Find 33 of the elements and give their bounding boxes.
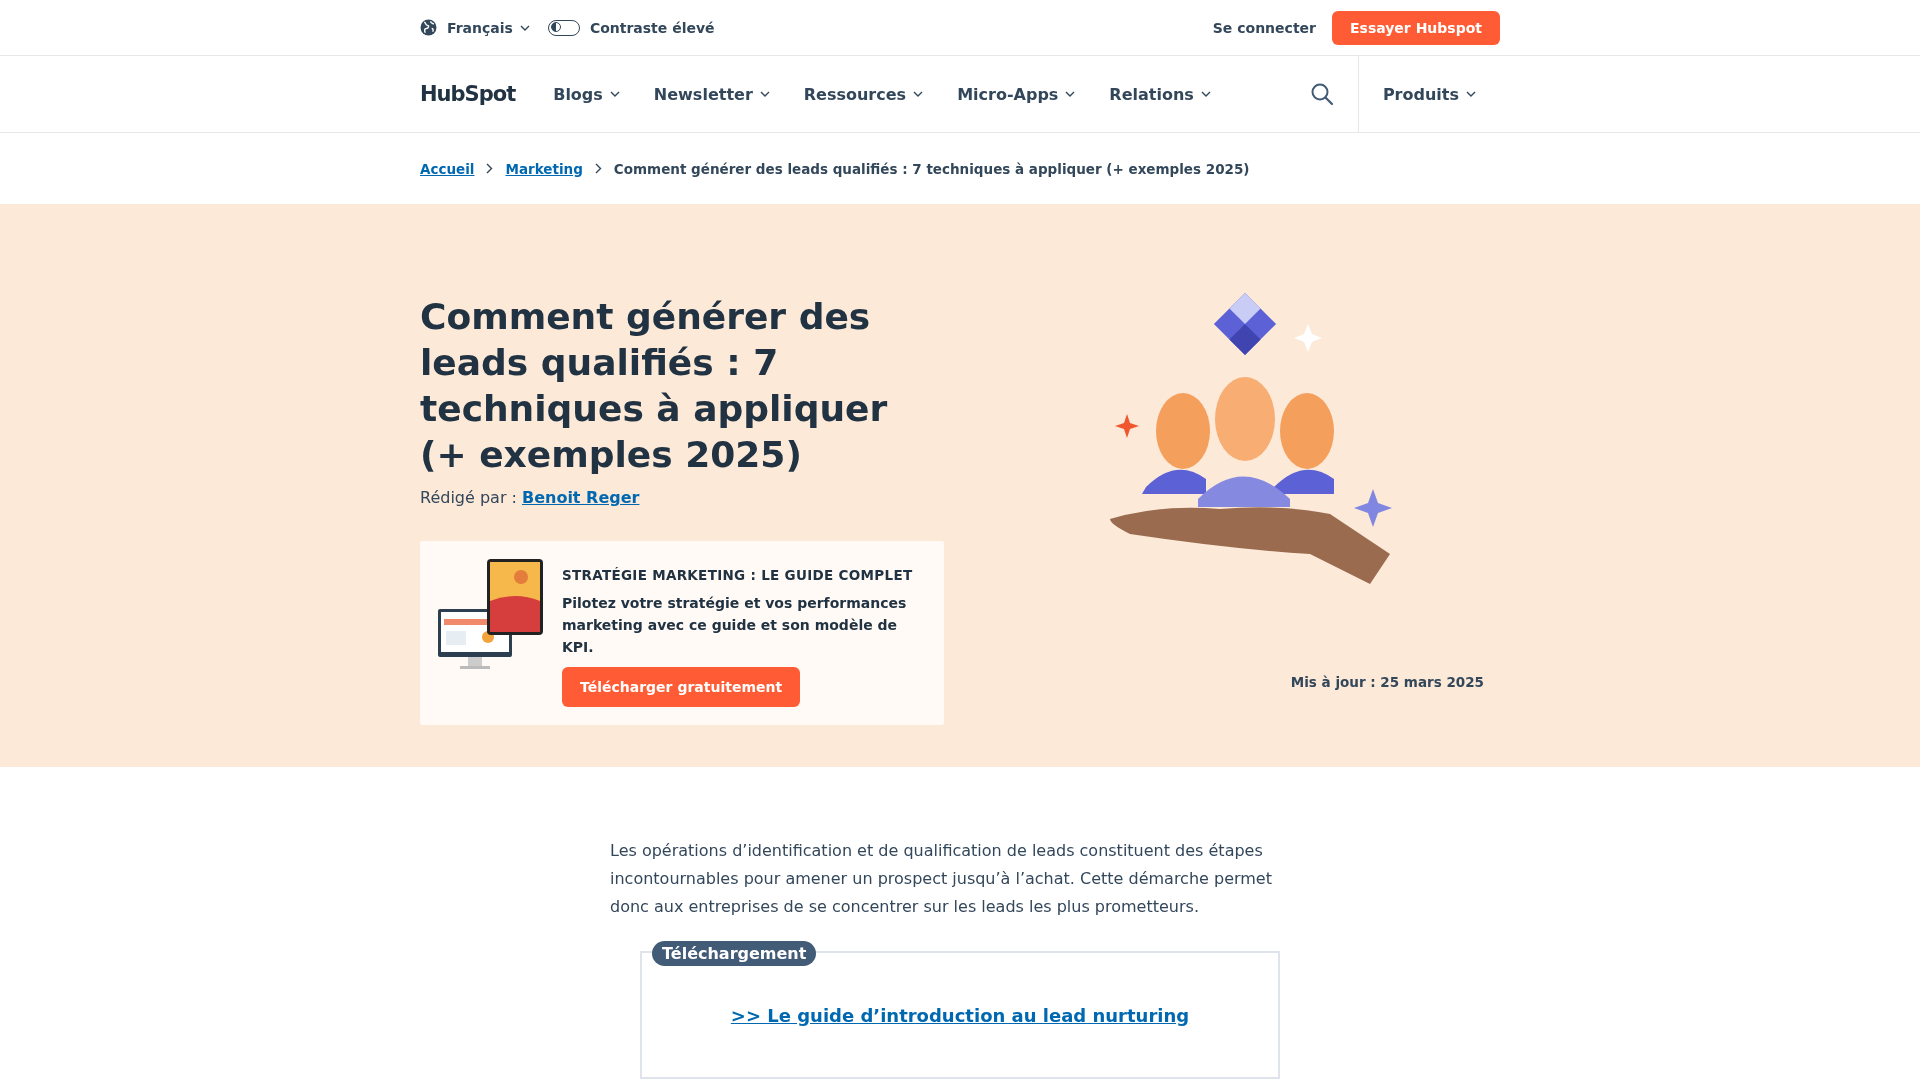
caret-icon	[759, 91, 770, 97]
caret-icon	[1466, 91, 1476, 97]
offer-description: Pilotez votre stratégie et vos performances marketing avec ce guide et son modèle de KPI.	[562, 594, 908, 657]
contrast-label: Contraste élevé	[589, 19, 715, 36]
breadcrumb-current: Comment générer des leads qualifiés : 7 techniques à appliquer (+ exemples 2025)	[613, 160, 1250, 177]
nav-menu-item[interactable]: Micro-Apps	[957, 84, 1076, 104]
updated-date: Mis à jour : 25 mars 2025	[1290, 674, 1484, 690]
article-title: Comment générer des leads qualifiés : 7 techniques à appliquer (+ exemples 2025)	[420, 295, 889, 477]
nav-menu-item[interactable]: Newsletter	[653, 84, 770, 104]
nav-menu-item[interactable]: Relations	[1109, 84, 1211, 104]
login-link[interactable]: Se connecter	[1212, 19, 1316, 36]
offer-heading: STRATÉGIE MARKETING : LE GUIDE COMPLET	[562, 567, 914, 583]
products-menu[interactable]: Produits	[1382, 84, 1476, 104]
author-link[interactable]: Benoit Reger	[521, 488, 640, 507]
chevron-icon	[486, 163, 494, 174]
guide-link[interactable]: >> Le guide d’introduction au lead nurturing	[730, 1004, 1190, 1026]
caret-icon	[519, 24, 530, 31]
globe-icon	[420, 19, 437, 36]
hubspot-logo[interactable]: HubSpot	[420, 82, 516, 106]
download-badge: Téléchargement	[652, 941, 817, 966]
chevron-icon	[594, 163, 602, 174]
breadcrumb-link[interactable]: Accueil	[420, 160, 475, 177]
intro-paragraph: Les opérations d’identification et de qualification de leads constituent des étapes incontournables pour amener un prospect jusqu’à l’achat. Cette démarche permet donc aux entreprises de se concentrer sur les leads les plus prometteurs.	[610, 840, 1273, 918]
nav-menu-item[interactable]: Blogs	[553, 84, 620, 104]
nav-menu-item[interactable]: Ressources	[803, 84, 924, 104]
search-icon[interactable]	[1309, 82, 1334, 106]
language-selector[interactable]: Français	[447, 19, 530, 36]
caret-icon	[913, 91, 924, 97]
breadcrumb-link[interactable]: Marketing	[505, 160, 583, 177]
caret-icon	[1200, 91, 1211, 97]
caret-icon	[609, 91, 620, 97]
author-label: Rédigé par :	[420, 488, 517, 507]
caret-icon	[1065, 91, 1076, 97]
